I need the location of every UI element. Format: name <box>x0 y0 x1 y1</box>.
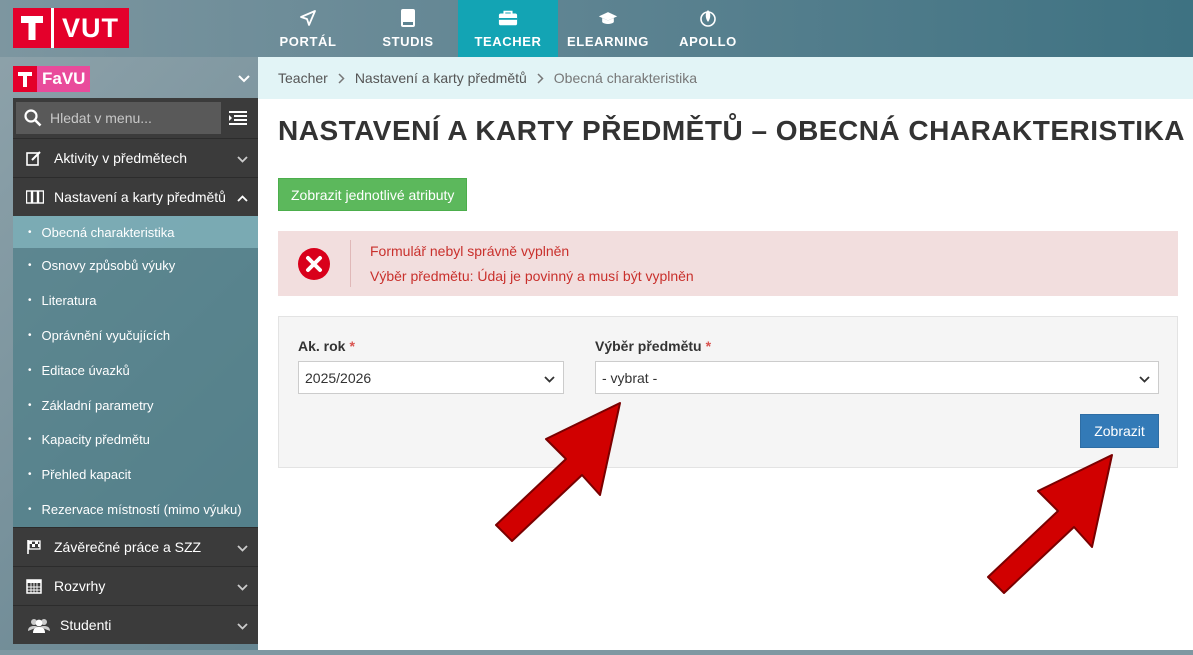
menu-section-aktivity[interactable]: Aktivity v předmětech <box>13 138 258 177</box>
submenu-item-parametry[interactable]: • Základní parametry <box>13 388 258 423</box>
edit-icon <box>26 150 44 166</box>
annotation-arrow-icon <box>495 402 621 542</box>
nav-teacher[interactable]: TEACHER <box>458 0 558 57</box>
chevron-down-icon <box>544 370 555 386</box>
vut-logo[interactable]: VUT <box>13 8 129 48</box>
submenu-item-label: Literatura <box>41 292 97 308</box>
breadcrumb: Teacher Nastavení a karty předmětů Obecn… <box>258 57 1193 99</box>
logo-text: VUT <box>62 12 119 43</box>
annotation-arrow-icon <box>987 454 1113 594</box>
page-title: NASTAVENÍ A KARTY PŘEDMĚTŮ – OBECNÁ CHAR… <box>278 115 1186 146</box>
t-logo-icon <box>13 8 51 48</box>
chevron-up-icon <box>237 189 248 205</box>
menu-section-label: Studenti <box>60 617 112 634</box>
menu-section-label: Aktivity v předmětech <box>54 150 188 166</box>
error-alert: Formulář nebyl správně vyplněn Výběr pře… <box>278 231 1178 296</box>
chevron-down-icon <box>237 150 248 166</box>
submenu-item-opravneni[interactable]: • Oprávnění vyučujících <box>13 318 258 353</box>
paper-plane-icon <box>298 8 318 28</box>
menu-section-rozvrhy[interactable]: Rozvrhy <box>13 566 258 606</box>
top-bar: VUT PORTÁL STUDIS TEACHER ELEARNING APOL… <box>0 0 1193 57</box>
nav-elearning[interactable]: ELEARNING <box>558 0 658 57</box>
menu-section-label: Nastavení a karty předmětů <box>54 189 226 205</box>
filter-form: Ak. rok * 2025/2026 Výběr předmětu * - vyb… <box>278 316 1178 468</box>
breadcrumb-item-current: Obecná charakteristika <box>553 70 697 86</box>
columns-icon <box>26 190 44 204</box>
menu-toggle-button[interactable] <box>221 102 255 134</box>
breadcrumb-item-nastaveni[interactable]: Nastavení a karty předmětů <box>355 70 527 86</box>
submenu-item-literatura[interactable]: • Literatura <box>13 283 258 318</box>
chevron-down-icon <box>237 578 248 594</box>
show-attributes-button[interactable]: Zobrazit jednotlivé atributy <box>278 178 468 211</box>
flag-icon <box>26 539 44 555</box>
briefcase-icon <box>498 8 518 28</box>
subject-select-value: - vybrat - <box>602 369 658 386</box>
submenu-item-kapacity[interactable]: • Kapacity předmětu <box>13 422 258 457</box>
calendar-icon <box>26 578 44 594</box>
error-icon <box>278 247 350 281</box>
submenu-item-label: Základní parametry <box>41 397 154 413</box>
search-placeholder: Hledat v menu... <box>50 110 152 126</box>
submenu-item-uvazky[interactable]: • Editace úvazků <box>13 353 258 388</box>
menu-section-label: Závěrečné práce a SZZ <box>54 539 202 556</box>
submenu-nastaveni: • Obecná charakteristika • Osnovy způsobů … <box>13 216 258 528</box>
year-label: Ak. rok * <box>298 338 355 354</box>
nav-apollo[interactable]: APOLLO <box>658 0 758 57</box>
sidebar: FaVU Hledat v menu... Aktivity v předmět… <box>13 60 258 650</box>
submenu-item-label: Oprávnění vyučujících <box>41 327 171 343</box>
users-icon <box>28 617 50 634</box>
chevron-right-icon <box>338 72 345 84</box>
search-icon <box>24 109 42 127</box>
main-nav: PORTÁL STUDIS TEACHER ELEARNING APOLLO <box>258 0 758 57</box>
submenu-item-label: Osnovy způsobů výuky <box>41 257 176 273</box>
nav-label: TEACHER <box>474 34 542 49</box>
chevron-down-icon <box>238 70 250 88</box>
book-icon <box>398 8 418 28</box>
nav-label: APOLLO <box>679 34 737 49</box>
menu-section-label: Rozvrhy <box>54 578 106 595</box>
subject-label: Výběr předmětu * <box>595 338 712 354</box>
faculty-name: FaVU <box>37 66 91 92</box>
submenu-item-label: Přehled kapacit <box>41 467 132 483</box>
rocket-icon <box>698 8 718 28</box>
menu-section-zaverecne[interactable]: Závěrečné práce a SZZ <box>13 527 258 567</box>
menu-search-input[interactable]: Hledat v menu... <box>16 102 221 134</box>
t-logo-icon <box>13 66 37 92</box>
menu-section-nastaveni[interactable]: Nastavení a karty předmětů <box>13 177 258 216</box>
chevron-down-icon <box>1139 370 1150 386</box>
menu-search-row: Hledat v menu... <box>13 98 258 138</box>
faculty-logo: FaVU <box>13 66 91 92</box>
submenu-item-rezervace[interactable]: • Rezervace místností (mimo výuku) <box>13 492 258 527</box>
faculty-selector[interactable]: FaVU <box>13 60 258 98</box>
submenu-item-prehled[interactable]: • Přehled kapacit <box>13 457 258 492</box>
alert-line-1: Formulář nebyl správně vyplněn <box>370 242 570 259</box>
alert-line-2: Výběr předmětu: Údaj je povinný a musí b… <box>370 267 694 284</box>
nav-label: STUDIS <box>382 34 434 49</box>
submenu-item-label: Obecná charakteristika <box>41 224 175 240</box>
submenu-item-label: Kapacity předmětu <box>41 432 150 448</box>
graduation-cap-icon <box>598 8 618 28</box>
submenu-item-osnovy[interactable]: • Osnovy způsobů výuky <box>13 248 258 283</box>
main-content: Teacher Nastavení a karty předmětů Obecn… <box>258 57 1193 650</box>
year-select[interactable]: 2025/2026 <box>298 361 564 394</box>
submenu-item-label: Editace úvazků <box>41 362 130 378</box>
list-icon <box>229 111 247 125</box>
breadcrumb-item-teacher[interactable]: Teacher <box>278 70 328 86</box>
submit-button[interactable]: Zobrazit <box>1080 414 1159 448</box>
nav-studis[interactable]: STUDIS <box>358 0 458 57</box>
submenu-item-obecna[interactable]: • Obecná charakteristika <box>13 216 258 248</box>
nav-label: PORTÁL <box>279 34 337 49</box>
chevron-right-icon <box>537 72 544 84</box>
nav-portal[interactable]: PORTÁL <box>258 0 358 57</box>
subject-select[interactable]: - vybrat - <box>595 361 1159 394</box>
year-select-value: 2025/2026 <box>305 369 372 386</box>
submenu-item-label: Rezervace místností (mimo výuku) <box>41 502 242 518</box>
chevron-down-icon <box>237 539 248 555</box>
nav-label: ELEARNING <box>567 34 649 49</box>
chevron-down-icon <box>237 617 248 633</box>
menu-section-studenti[interactable]: Studenti <box>13 605 258 645</box>
